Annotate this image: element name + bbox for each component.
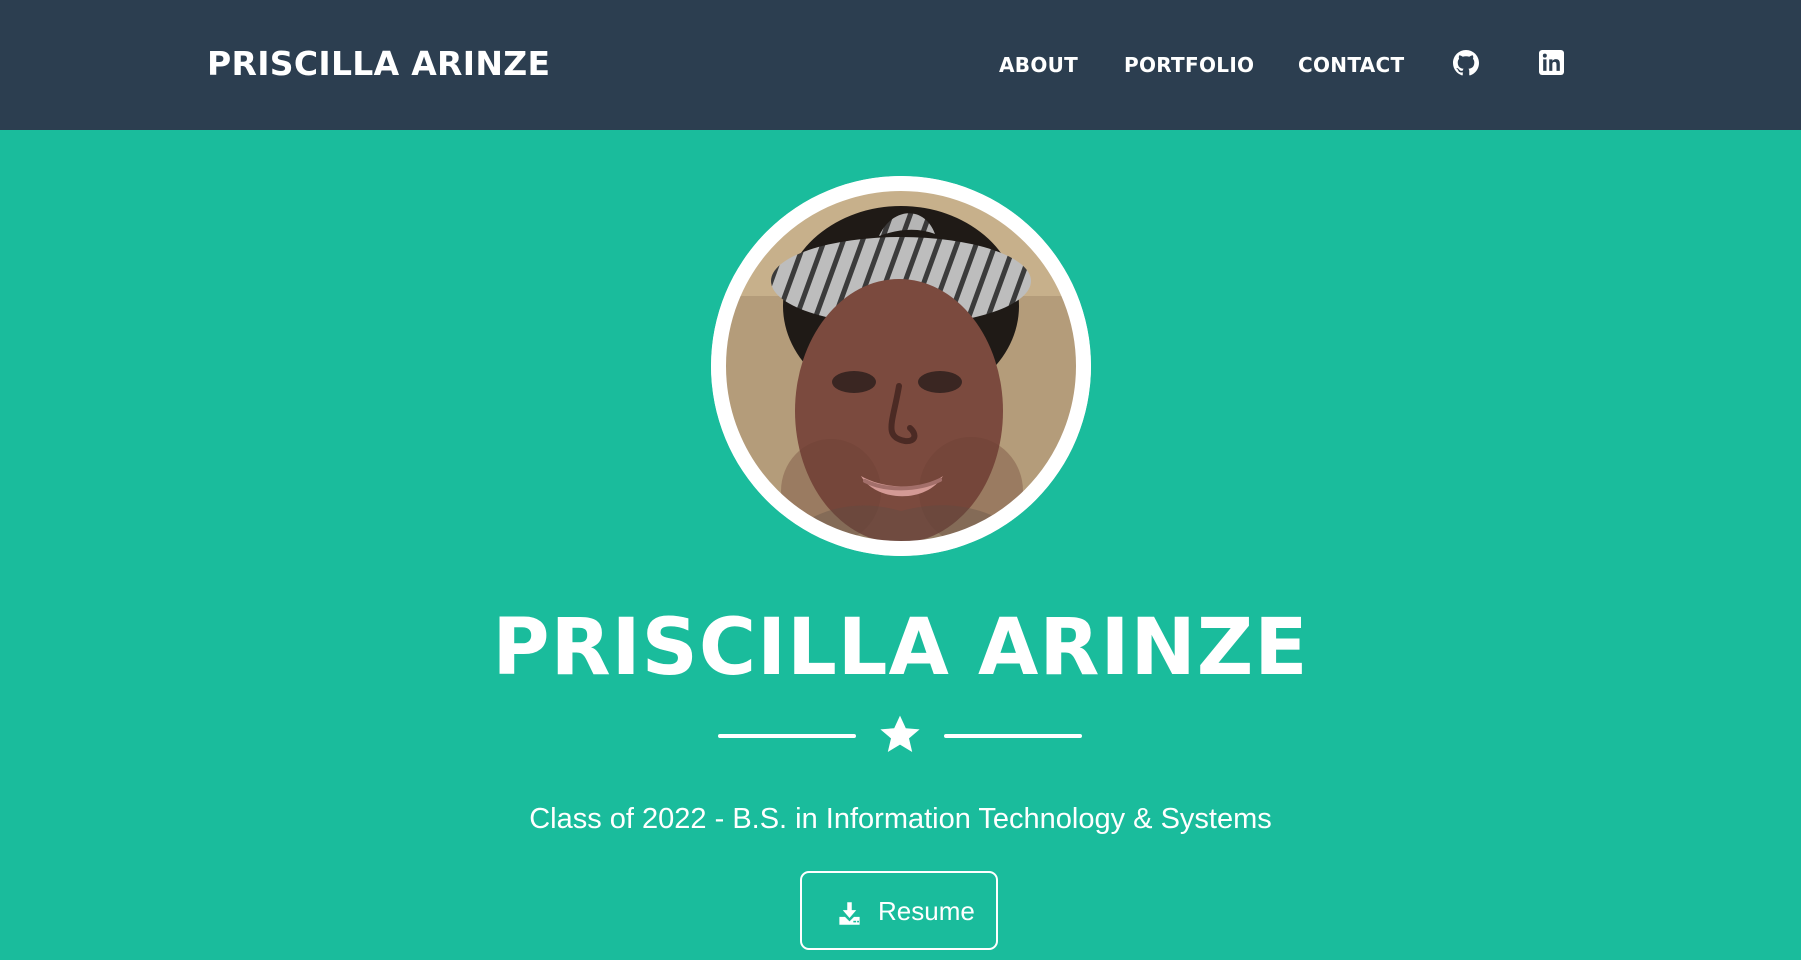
nav-portfolio-link[interactable]: PORTFOLIO <box>1124 53 1254 77</box>
nav-contact-link[interactable]: CONTACT <box>1298 53 1404 77</box>
github-icon[interactable] <box>1453 50 1479 76</box>
linkedin-icon[interactable] <box>1539 50 1565 76</box>
navbar: PRISCILLA ARINZE ABOUT PORTFOLIO CONTACT <box>0 0 1801 130</box>
divider-left-line <box>718 734 856 738</box>
profile-photo <box>711 176 1091 556</box>
nav-about-link[interactable]: ABOUT <box>999 53 1078 77</box>
resume-label: Resume <box>878 896 975 926</box>
hero-title: PRISCILLA ARINZE <box>492 603 1309 693</box>
resume-button[interactable]: Resume <box>800 871 998 950</box>
linkedin-icon-svg <box>1539 50 1564 75</box>
brand-link[interactable]: PRISCILLA ARINZE <box>207 44 550 83</box>
star-icon <box>880 715 920 752</box>
download-icon <box>839 902 860 925</box>
github-icon-svg <box>1453 50 1479 76</box>
avatar <box>711 176 1091 556</box>
hero-subtitle: Class of 2022 - B.S. in Information Tech… <box>529 803 1272 835</box>
divider-right-line <box>944 734 1082 738</box>
